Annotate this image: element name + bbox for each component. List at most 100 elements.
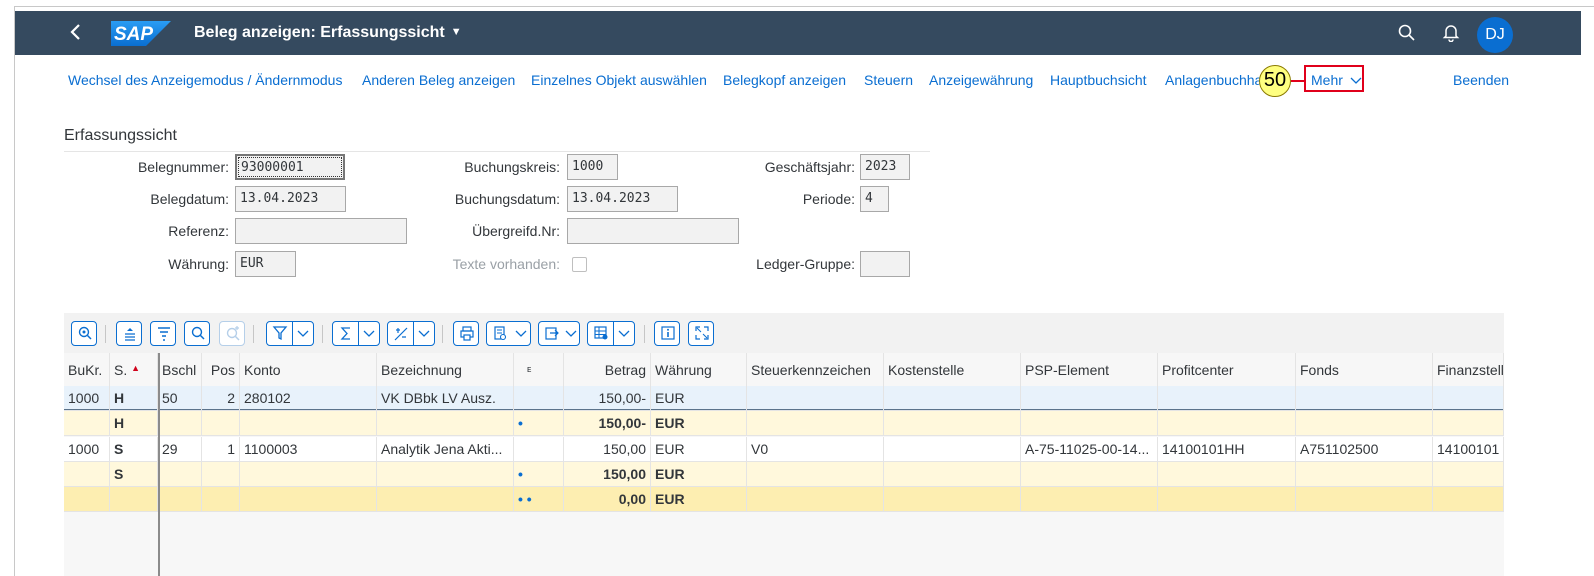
export-button[interactable] [538,321,580,346]
cell-fonds[interactable]: A751102500 [1296,437,1433,462]
exit-button[interactable]: Beenden [1453,72,1509,88]
column-header-finanzstelle[interactable]: Finanzstell [1433,353,1504,386]
sum-button[interactable] [332,321,380,346]
filter-button[interactable] [266,321,314,346]
cell-steuerkennzeichen[interactable] [747,462,884,487]
subtotal-button[interactable] [387,321,435,346]
column-header-bukr[interactable]: BuKr. [64,353,110,386]
general-ledger-view-button[interactable]: Hauptbuchsicht [1050,72,1147,88]
cell-bschl[interactable] [158,462,202,487]
cell-bezeichnung[interactable] [377,487,514,512]
cell-sum-indicator[interactable]: • • [514,487,564,512]
cell-pos[interactable] [202,411,240,436]
subtotal-row[interactable]: H • 150,00- EUR [64,411,1504,436]
cell-sum-indicator[interactable]: • [514,462,564,487]
cell-betrag[interactable]: 150,00 [564,462,651,487]
column-header-fonds[interactable]: Fonds [1296,353,1433,386]
cell-sum-indicator[interactable]: • [514,411,564,436]
cell-finanzstelle[interactable] [1433,462,1504,487]
other-document-button[interactable]: Anderen Beleg anzeigen [362,72,515,88]
taxes-button[interactable]: Steuern [864,72,913,88]
cell-s[interactable] [110,487,158,512]
app-title-menu[interactable]: Beleg anzeigen: Erfassungssicht ▼ [194,24,462,42]
subtotal-row[interactable]: S • 150,00 EUR [64,462,1504,487]
waehrung-field[interactable]: EUR [235,251,296,277]
cell-fonds[interactable] [1296,462,1433,487]
cell-konto[interactable] [240,462,377,487]
column-header-konto[interactable]: Konto [240,353,377,386]
cell-profitcenter[interactable] [1158,411,1296,436]
cell-steuerkennzeichen[interactable] [747,411,884,436]
column-header-pos[interactable]: Pos [202,353,240,386]
column-header-s[interactable]: S. ▲ [110,353,158,386]
select-single-object-button[interactable]: Einzelnes Objekt auswählen [531,72,707,88]
referenz-field[interactable] [235,218,407,244]
cell-kostenstelle[interactable] [884,487,1021,512]
column-header-kostenstelle[interactable]: Kostenstelle [884,353,1021,386]
document-header-button[interactable]: Belegkopf anzeigen [723,72,846,88]
cell-fonds[interactable] [1296,386,1433,411]
buchungskreis-field[interactable]: 1000 [567,154,618,180]
cell-bschl[interactable]: 29 [158,437,202,462]
belegdatum-field[interactable]: 13.04.2023 [235,186,346,212]
cell-finanzstelle[interactable] [1433,411,1504,436]
cell-sum-indicator[interactable] [514,437,564,462]
cell-profitcenter[interactable]: 14100101HH [1158,437,1296,462]
cell-pos[interactable]: 2 [202,386,240,411]
cell-bezeichnung[interactable]: VK DBbk LV Ausz. [377,386,514,411]
cell-waehrung[interactable]: EUR [651,386,747,411]
column-header-psp-element[interactable]: PSP-Element [1021,353,1158,386]
cell-bukr[interactable] [64,487,110,512]
cell-bschl[interactable] [158,411,202,436]
cell-betrag[interactable]: 0,00 [564,487,651,512]
user-avatar[interactable]: DJ [1477,17,1513,53]
cell-psp-element[interactable] [1021,462,1158,487]
cell-konto[interactable] [240,487,377,512]
cell-pos[interactable] [202,487,240,512]
cell-waehrung[interactable]: EUR [651,462,747,487]
cell-bschl[interactable]: 50 [158,386,202,411]
cell-betrag[interactable]: 150,00 [564,437,651,462]
cell-pos[interactable]: 1 [202,437,240,462]
cell-konto[interactable]: 280102 [240,386,377,411]
asset-accounting-button[interactable]: Anlagenbuchha [1165,72,1269,88]
cell-waehrung[interactable]: EUR [651,411,747,436]
uebergreifd-field[interactable] [567,218,739,244]
cell-profitcenter[interactable] [1158,386,1296,411]
column-header-bezeichnung[interactable]: Bezeichnung [377,353,514,386]
cell-psp-element[interactable]: A-75-11025-00-14... [1021,437,1158,462]
geschaeftsjahr-field[interactable]: 2023 [860,154,910,180]
cell-konto[interactable] [240,411,377,436]
cell-kostenstelle[interactable] [884,437,1021,462]
print-button[interactable] [453,321,479,346]
cell-bukr[interactable] [64,411,110,436]
more-button[interactable]: Mehr [1304,65,1364,92]
table-row[interactable]: 1000 S 29 1 1100003 Analytik Jena Akti... 150,… [64,437,1504,462]
cell-psp-element[interactable] [1021,411,1158,436]
buchungsdatum-field[interactable]: 13.04.2023 [567,186,678,212]
cell-s[interactable]: S [110,437,158,462]
total-row[interactable]: • • 0,00 EUR [64,487,1504,512]
cell-bschl[interactable] [158,487,202,512]
back-icon[interactable] [69,22,95,44]
display-currency-button[interactable]: Anzeigewährung [929,72,1033,88]
bell-icon[interactable] [1441,22,1461,43]
cell-konto[interactable]: 1100003 [240,437,377,462]
table-row[interactable]: 1000 H 50 2 280102 VK DBbk LV Ausz. 150,00- EUR [64,386,1504,411]
cell-kostenstelle[interactable] [884,386,1021,411]
cell-steuerkennzeichen[interactable] [747,386,884,411]
cell-bezeichnung[interactable] [377,462,514,487]
cell-finanzstelle[interactable]: 14100101 [1433,437,1504,462]
cell-s[interactable]: H [110,386,158,411]
cell-steuerkennzeichen[interactable] [747,487,884,512]
cell-bukr[interactable]: 1000 [64,386,110,411]
cell-bezeichnung[interactable] [377,411,514,436]
cell-waehrung[interactable]: EUR [651,437,747,462]
cell-betrag[interactable]: 150,00- [564,411,651,436]
cell-profitcenter[interactable] [1158,462,1296,487]
column-header-sum-indicator[interactable]: ᴇ [514,353,564,386]
cell-bukr[interactable] [64,462,110,487]
fullscreen-button[interactable] [688,321,714,346]
cell-waehrung[interactable]: EUR [651,487,747,512]
views-button[interactable] [486,321,531,346]
